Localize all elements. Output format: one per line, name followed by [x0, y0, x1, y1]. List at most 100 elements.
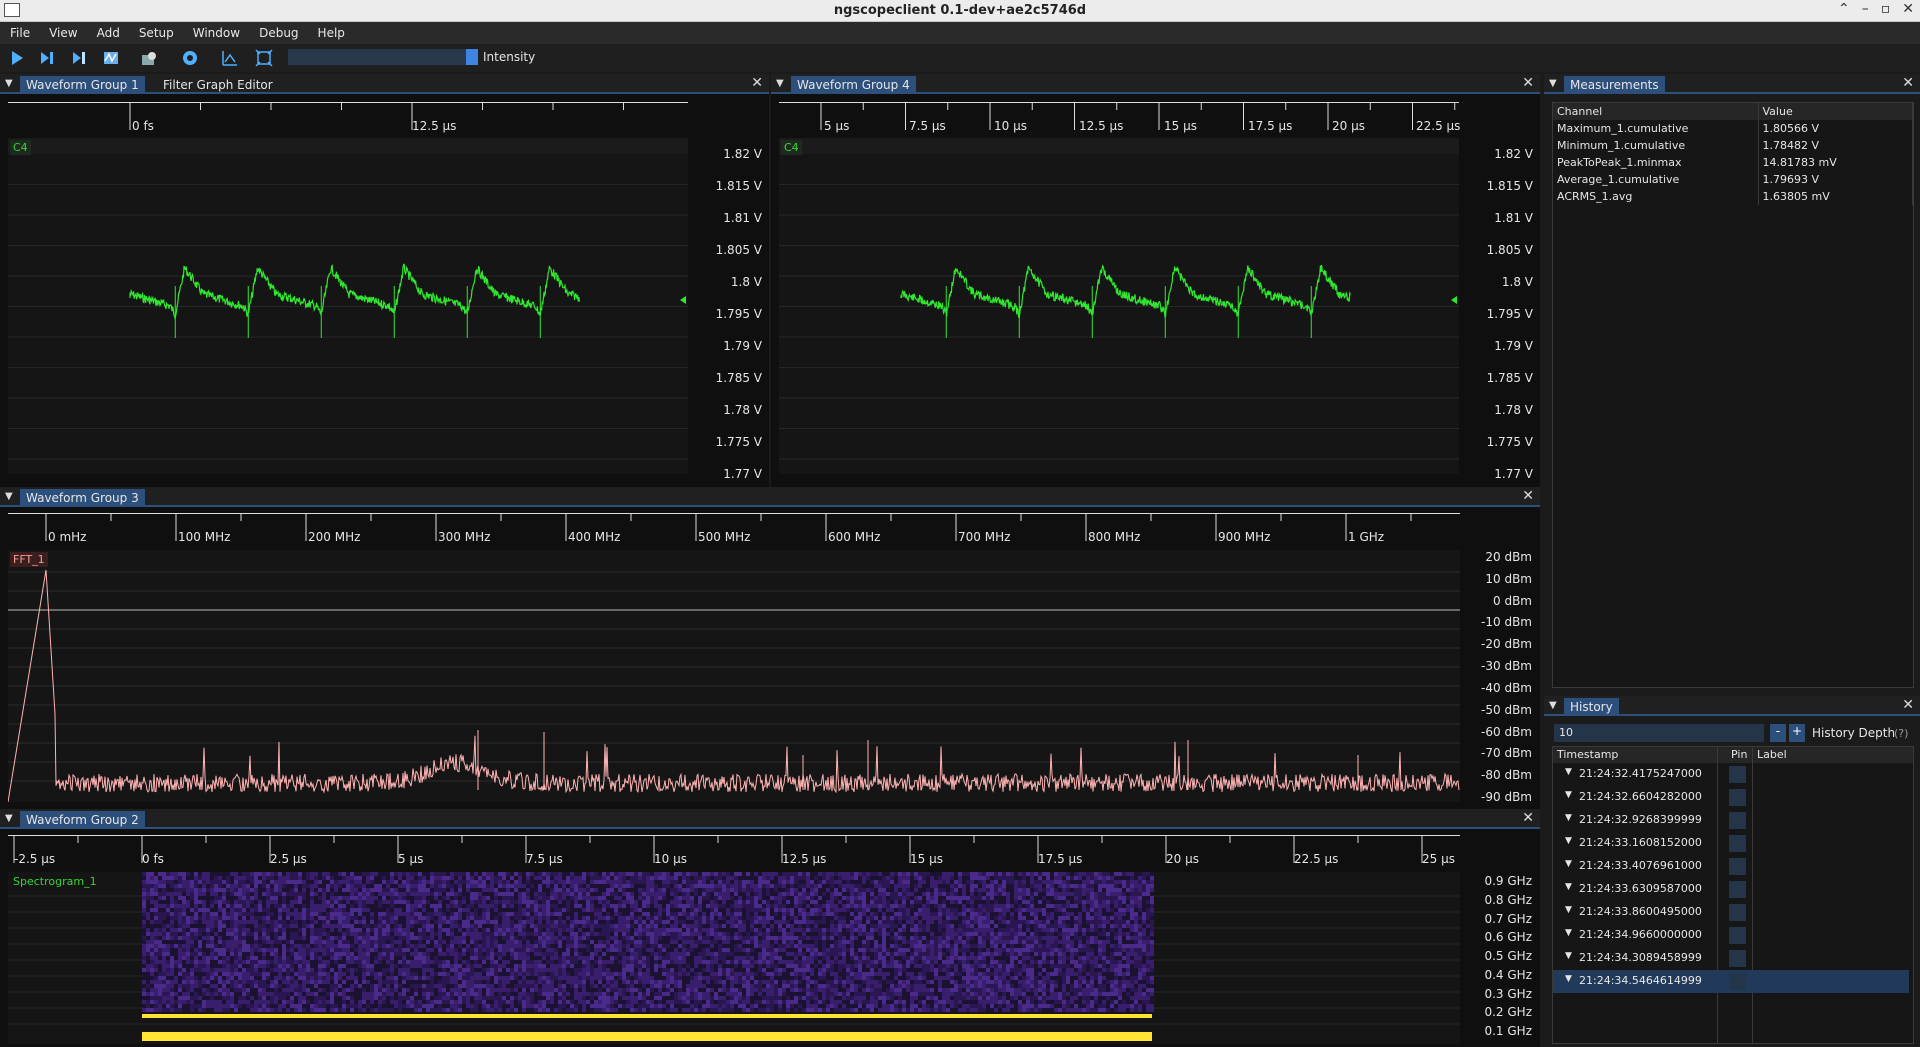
- menu-add[interactable]: Add: [87, 22, 129, 44]
- close-icon[interactable]: ✕: [751, 75, 763, 91]
- trigger-level-marker[interactable]: [680, 296, 686, 304]
- history-row[interactable]: ▼ 21:24:33.8600495000: [1553, 901, 1909, 924]
- play-icon[interactable]: [8, 49, 26, 67]
- history-row[interactable]: ▼ 21:24:34.9660000000: [1553, 924, 1909, 947]
- expand-icon[interactable]: ▼: [1565, 951, 1572, 961]
- y-axis[interactable]: 1.82 V 1.815 V 1.81 V 1.805 V 1.8 V 1.795 V 1.…: [690, 147, 762, 481]
- menu-setup[interactable]: Setup: [129, 22, 183, 44]
- table-row[interactable]: Minimum_1.cumulative 1.78482 V: [1553, 137, 1913, 154]
- y-axis[interactable]: 1.82 V 1.815 V 1.81 V 1.805 V 1.8 V 1.795 V 1.…: [1461, 147, 1533, 481]
- y-axis[interactable]: 0.9 GHz 0.8 GHz 0.7 GHz 0.6 GHz 0.5 GHz 0.4 G…: [1462, 874, 1532, 1038]
- panel-menu-icon[interactable]: ▼: [5, 813, 13, 824]
- expand-icon[interactable]: ▼: [1565, 767, 1572, 777]
- pin-checkbox[interactable]: [1729, 812, 1746, 829]
- pin-checkbox[interactable]: [1729, 904, 1746, 921]
- settings-icon[interactable]: [181, 49, 199, 67]
- table-row[interactable]: Average_1.cumulative 1.79693 V: [1553, 171, 1913, 188]
- pin-checkbox[interactable]: [1729, 835, 1746, 852]
- pin-checkbox[interactable]: [1729, 858, 1746, 875]
- tab-measurements[interactable]: Measurements: [1564, 76, 1665, 94]
- intensity-slider[interactable]: [288, 49, 478, 65]
- history-row[interactable]: ▼ 21:24:34.3089458999: [1553, 947, 1909, 970]
- window-maximize-button[interactable]: ▫: [1881, 1, 1891, 17]
- y-axis[interactable]: 20 dBm 10 dBm 0 dBm -10 dBm -20 dBm -30 dBm -4…: [1462, 550, 1532, 804]
- time-ruler[interactable]: 0 fs 12.5 µs: [8, 102, 688, 138]
- panel-menu-icon[interactable]: ▼: [1549, 700, 1557, 711]
- channel-label[interactable]: C4: [781, 140, 802, 155]
- expand-icon[interactable]: ▼: [1565, 790, 1572, 800]
- fft-plot[interactable]: [8, 550, 1460, 802]
- help-icon[interactable]: (?): [1894, 727, 1908, 740]
- column-header-value[interactable]: Value: [1758, 103, 1913, 120]
- history-depth-input[interactable]: 10: [1554, 724, 1764, 742]
- expand-icon[interactable]: ▼: [1565, 813, 1572, 823]
- tab-waveform-group-2[interactable]: Waveform Group 2: [20, 811, 145, 829]
- table-row[interactable]: ACRMS_1.avg 1.63805 mV: [1553, 188, 1913, 205]
- trigger-level-marker[interactable]: [1451, 296, 1457, 304]
- history-row[interactable]: ▼ 21:24:33.4076961000: [1553, 855, 1909, 878]
- history-depth-decrement-button[interactable]: -: [1770, 724, 1786, 742]
- column-header-pin[interactable]: Pin: [1731, 748, 1747, 761]
- expand-icon[interactable]: ▼: [1565, 882, 1572, 892]
- pin-checkbox[interactable]: [1729, 927, 1746, 944]
- pin-checkbox[interactable]: [1729, 789, 1746, 806]
- table-row[interactable]: PeakToPeak_1.minmax 14.81783 mV: [1553, 154, 1913, 171]
- close-icon[interactable]: ✕: [1902, 75, 1914, 91]
- history-row[interactable]: ▼ 21:24:32.4175247000: [1553, 763, 1909, 786]
- menu-debug[interactable]: Debug: [249, 22, 307, 44]
- pin-checkbox[interactable]: [1729, 973, 1746, 990]
- single-step-icon[interactable]: [38, 49, 56, 67]
- expand-icon[interactable]: ▼: [1565, 859, 1572, 869]
- close-icon[interactable]: ✕: [1902, 697, 1914, 713]
- panel-menu-icon[interactable]: ▼: [5, 491, 13, 502]
- window-shade-button[interactable]: ⌃: [1838, 1, 1850, 17]
- force-trigger-icon[interactable]: [70, 49, 88, 67]
- history-row[interactable]: ▼ 21:24:32.6604282000: [1553, 786, 1909, 809]
- tab-waveform-group-1[interactable]: Waveform Group 1: [20, 76, 145, 94]
- window-minimize-button[interactable]: –: [1862, 1, 1869, 17]
- pin-checkbox[interactable]: [1729, 881, 1746, 898]
- pin-checkbox[interactable]: [1729, 950, 1746, 967]
- tab-filter-graph-editor[interactable]: Filter Graph Editor: [157, 76, 279, 94]
- expand-icon[interactable]: ▼: [1565, 905, 1572, 915]
- close-icon[interactable]: ✕: [1522, 488, 1534, 504]
- history-row[interactable]: ▼ 21:24:34.5464614999: [1553, 970, 1909, 993]
- menu-view[interactable]: View: [39, 22, 86, 44]
- intensity-slider-knob[interactable]: [466, 49, 478, 65]
- menu-file[interactable]: File: [0, 22, 39, 44]
- waveform-icon[interactable]: [102, 49, 120, 67]
- menu-window[interactable]: Window: [183, 22, 249, 44]
- column-header-timestamp[interactable]: Timestamp: [1557, 748, 1618, 761]
- history-row[interactable]: ▼ 21:24:32.9268399999: [1553, 809, 1909, 832]
- waveform-plot[interactable]: [779, 138, 1459, 474]
- frequency-ruler[interactable]: 0 mHz 100 MHz 200 MHz 300 MHz 400 MHz 50…: [8, 513, 1460, 549]
- panel-menu-icon[interactable]: ▼: [5, 78, 13, 89]
- panel-menu-icon[interactable]: ▼: [1549, 78, 1557, 89]
- menu-help[interactable]: Help: [308, 22, 354, 44]
- channel-label[interactable]: C4: [10, 140, 31, 155]
- history-icon[interactable]: [140, 49, 158, 67]
- time-ruler[interactable]: -2.5 µs 0 fs 2.5 µs 5 µs 7.5 µs 10 µs 12…: [8, 835, 1460, 871]
- tab-waveform-group-4[interactable]: Waveform Group 4: [791, 76, 916, 94]
- tab-history[interactable]: History: [1564, 698, 1619, 716]
- fullscreen-icon[interactable]: [255, 49, 273, 67]
- close-icon[interactable]: ✕: [1522, 75, 1534, 91]
- waveform-plot[interactable]: [8, 138, 688, 474]
- channel-label[interactable]: Spectrogram_1: [10, 874, 100, 889]
- pin-checkbox[interactable]: [1729, 766, 1746, 783]
- table-row[interactable]: Maximum_1.cumulative 1.80566 V: [1553, 120, 1913, 137]
- close-icon[interactable]: ✕: [1522, 810, 1534, 826]
- expand-icon[interactable]: ▼: [1565, 836, 1572, 846]
- window-close-button[interactable]: ✕: [1902, 1, 1914, 17]
- panel-menu-icon[interactable]: ▼: [776, 78, 784, 89]
- expand-icon[interactable]: ▼: [1565, 928, 1572, 938]
- spectrogram-plot[interactable]: [8, 872, 1460, 1044]
- add-filter-icon[interactable]: [221, 49, 239, 67]
- time-ruler[interactable]: 5 µs 7.5 µs 10 µs 12.5 µs 15 µs 17.5 µs …: [779, 102, 1460, 138]
- expand-icon[interactable]: ▼: [1565, 974, 1572, 984]
- column-header-label[interactable]: Label: [1757, 748, 1787, 761]
- history-row[interactable]: ▼ 21:24:33.1608152000: [1553, 832, 1909, 855]
- tab-waveform-group-3[interactable]: Waveform Group 3: [20, 489, 145, 507]
- channel-label[interactable]: FFT_1: [10, 552, 48, 567]
- history-depth-increment-button[interactable]: +: [1789, 724, 1805, 742]
